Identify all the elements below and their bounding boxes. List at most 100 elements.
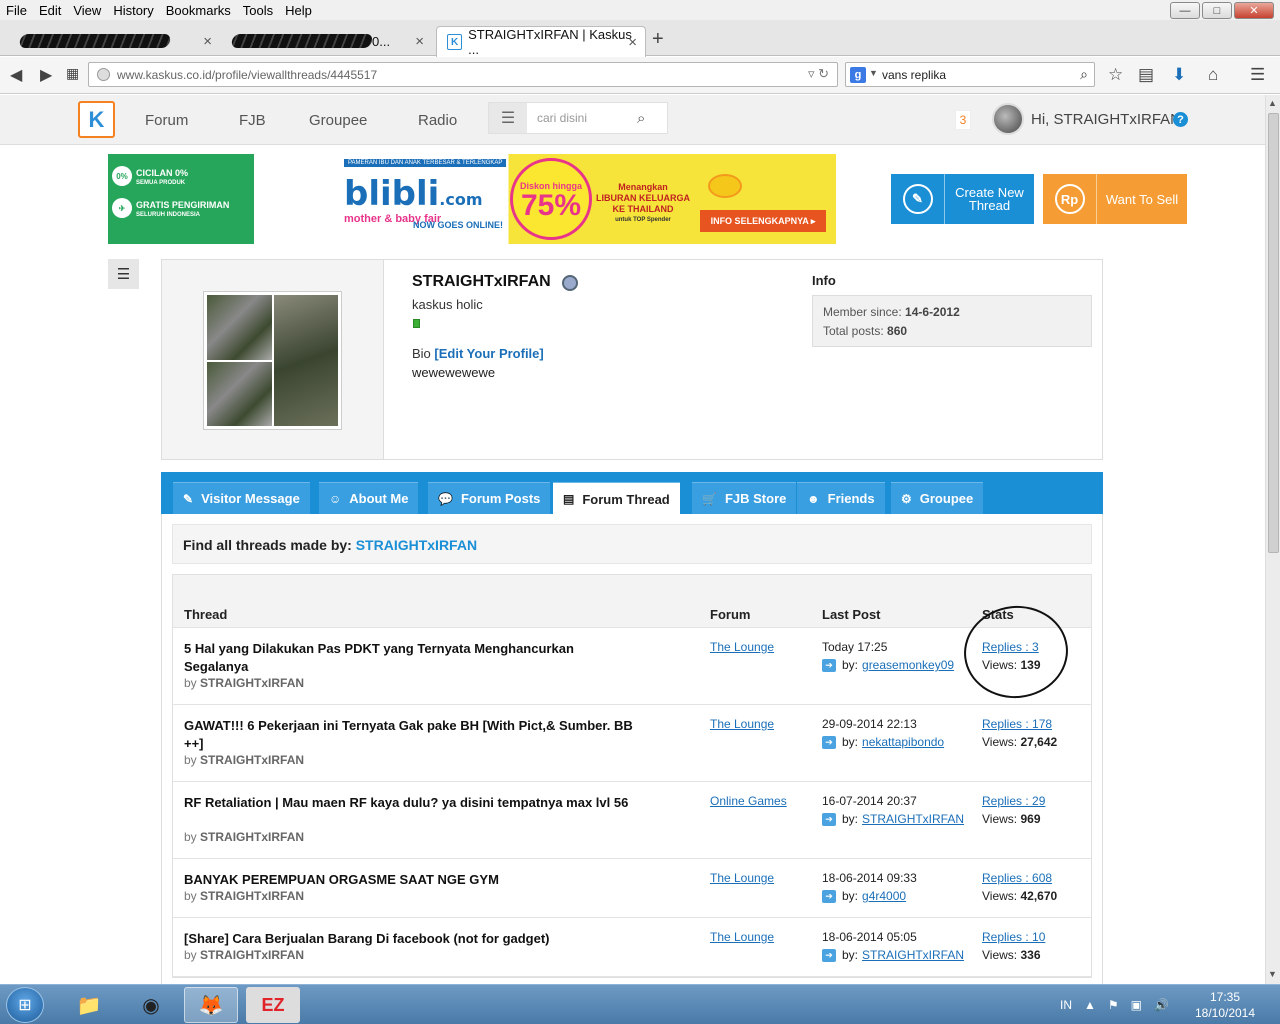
- replies-link[interactable]: Replies : 178: [982, 717, 1052, 731]
- chevron-down-icon[interactable]: ▼: [869, 68, 878, 78]
- search-icon[interactable]: ⌕: [637, 110, 667, 127]
- network-icon[interactable]: ▣: [1131, 998, 1142, 1012]
- system-tray: IN ▲ ⚑ ▣ 🔊: [1060, 985, 1169, 1024]
- chrome-icon[interactable]: ◉: [124, 987, 178, 1023]
- home-icon[interactable]: ⌂: [1208, 65, 1218, 85]
- forum-link[interactable]: Online Games: [710, 794, 787, 808]
- thread-title[interactable]: BANYAK PEREMPUAN ORGASME SAAT NGE GYM: [184, 871, 634, 889]
- last-poster-link[interactable]: nekattapibondo: [862, 735, 944, 749]
- find-user-link[interactable]: STRAIGHTxIRFAN: [356, 537, 477, 553]
- help-icon[interactable]: ?: [1173, 112, 1188, 127]
- last-poster-link[interactable]: STRAIGHTxIRFAN: [862, 812, 964, 826]
- back-arrow-icon[interactable]: ◀: [10, 65, 22, 85]
- goto-last-post-icon[interactable]: ➔: [822, 948, 836, 962]
- ad-banner[interactable]: 0% CICILAN 0% SEMUA PRODUK ✈ GRATIS PENGI…: [108, 154, 836, 244]
- want-to-sell-button[interactable]: Rp Want To Sell: [1043, 174, 1187, 224]
- user-greeting[interactable]: Hi, STRAIGHTxIRFAN: [1031, 111, 1181, 128]
- menu-edit[interactable]: Edit: [33, 3, 67, 18]
- thread-title[interactable]: RF Retaliation | Mau maen RF kaya dulu? …: [184, 794, 634, 812]
- replies-link[interactable]: Replies : 608: [982, 871, 1052, 885]
- scrollbar-thumb[interactable]: [1268, 113, 1279, 553]
- browser-tab-redacted-1[interactable]: ×: [10, 26, 220, 56]
- bookmark-star-icon[interactable]: ☆: [1108, 65, 1123, 85]
- tab-title: STRAIGHTxIRFAN | Kaskus ...: [468, 27, 632, 57]
- volume-icon[interactable]: 🔊: [1154, 998, 1169, 1012]
- tab-close-icon[interactable]: ×: [203, 33, 212, 50]
- last-poster-link[interactable]: greasemonkey09: [862, 658, 954, 672]
- ez-icon[interactable]: EZ: [246, 987, 300, 1023]
- nav-forum[interactable]: Forum: [145, 112, 188, 129]
- menu-view[interactable]: View: [67, 3, 107, 18]
- search-icon[interactable]: ⌕: [1080, 66, 1088, 83]
- threads-table: Thread Forum Last Post Stats 5 Hal yang …: [172, 574, 1092, 978]
- forum-link[interactable]: The Lounge: [710, 717, 774, 731]
- thread-title[interactable]: [Share] Cara Berjualan Barang Di faceboo…: [184, 930, 634, 948]
- language-indicator[interactable]: IN: [1060, 998, 1072, 1012]
- tab-friends[interactable]: ☻ Friends: [797, 482, 885, 514]
- download-icon[interactable]: ⬇: [1172, 65, 1186, 85]
- last-poster-link[interactable]: STRAIGHTxIRFAN: [862, 948, 964, 962]
- scroll-down-icon[interactable]: ▼: [1268, 969, 1277, 979]
- url-bar[interactable]: www.kaskus.co.id/profile/viewallthreads/…: [88, 62, 838, 87]
- notification-badge[interactable]: 3: [955, 110, 971, 130]
- goto-last-post-icon[interactable]: ➔: [822, 735, 836, 749]
- new-tab-button[interactable]: +: [652, 28, 664, 51]
- tab-fjb-store[interactable]: 🛒 FJB Store: [692, 482, 797, 514]
- forum-link[interactable]: The Lounge: [710, 930, 774, 944]
- tab-close-icon[interactable]: ×: [628, 34, 637, 51]
- create-new-thread-button[interactable]: ✎ Create New Thread: [891, 174, 1034, 224]
- search-category-menu-icon[interactable]: ☰: [489, 103, 527, 133]
- forward-arrow-icon[interactable]: ▶: [40, 65, 52, 85]
- browser-tab-redacted-2[interactable]: 0... ×: [222, 26, 432, 56]
- thread-title[interactable]: 5 Hal yang Dilakukan Pas PDKT yang Terny…: [184, 640, 634, 676]
- forum-thread-icon: ▤: [563, 492, 575, 506]
- close-window-button[interactable]: ✕: [1234, 2, 1274, 19]
- tab-groupee[interactable]: ⚙ Groupee: [891, 482, 984, 514]
- browser-search-input[interactable]: g ▼ vans replika ⌕: [845, 62, 1095, 87]
- menu-file[interactable]: File: [0, 3, 33, 18]
- sidebar-toggle-icon[interactable]: ☰: [108, 259, 139, 289]
- start-button[interactable]: ⊞: [6, 987, 44, 1023]
- action-center-icon[interactable]: ⚑: [1108, 998, 1119, 1012]
- avatar[interactable]: [992, 103, 1024, 135]
- page-scrollbar[interactable]: ▲ ▼: [1265, 95, 1280, 984]
- scroll-up-icon[interactable]: ▲: [1268, 98, 1277, 108]
- last-poster-link[interactable]: g4r4000: [862, 889, 906, 903]
- site-search-input[interactable]: cari disini: [527, 111, 637, 125]
- goto-last-post-icon[interactable]: ➔: [822, 889, 836, 903]
- explorer-icon[interactable]: 📁: [62, 987, 116, 1023]
- edit-profile-link[interactable]: [Edit Your Profile]: [434, 346, 543, 361]
- nav-radio[interactable]: Radio: [418, 112, 457, 129]
- browser-tab-active[interactable]: K STRAIGHTxIRFAN | Kaskus ... ×: [436, 26, 646, 57]
- forum-link[interactable]: The Lounge: [710, 640, 774, 654]
- reading-list-icon[interactable]: ▤: [1138, 65, 1154, 85]
- firefox-icon[interactable]: 🦊: [184, 987, 238, 1023]
- replies-link[interactable]: Replies : 29: [982, 794, 1045, 808]
- tray-expand-icon[interactable]: ▲: [1084, 998, 1096, 1012]
- menu-tools[interactable]: Tools: [237, 3, 279, 18]
- goto-last-post-icon[interactable]: ➔: [822, 658, 836, 672]
- tab-about-me[interactable]: ☺ About Me: [319, 482, 419, 514]
- replies-link[interactable]: Replies : 10: [982, 930, 1045, 944]
- maximize-button[interactable]: □: [1202, 2, 1232, 19]
- tab-visitor-message[interactable]: ✎ Visitor Message: [173, 482, 310, 514]
- menu-history[interactable]: History: [107, 3, 159, 18]
- menu-bookmarks[interactable]: Bookmarks: [160, 3, 237, 18]
- banner-info-button[interactable]: INFO SELENGKAPNYA ▸: [700, 210, 826, 232]
- hamburger-menu-icon[interactable]: ☰: [1250, 65, 1265, 85]
- clock[interactable]: 17:35 18/10/2014: [1190, 989, 1260, 1021]
- tab-forum-posts[interactable]: 💬 Forum Posts: [428, 482, 551, 514]
- menu-help[interactable]: Help: [279, 3, 318, 18]
- thread-title[interactable]: GAWAT!!! 6 Pekerjaan ini Ternyata Gak pa…: [184, 717, 634, 753]
- nav-groupee[interactable]: Groupee: [309, 112, 367, 129]
- goto-last-post-icon[interactable]: ➔: [822, 812, 836, 826]
- tab-forum-thread[interactable]: ▤ Forum Thread: [553, 482, 680, 515]
- history-icon[interactable]: ▦: [66, 65, 79, 82]
- reload-icon[interactable]: ▿ ↻: [808, 66, 829, 82]
- kaskus-logo[interactable]: K: [78, 101, 115, 138]
- minimize-button[interactable]: —: [1170, 2, 1200, 19]
- nav-fjb[interactable]: FJB: [239, 112, 266, 129]
- tab-close-icon[interactable]: ×: [415, 33, 424, 50]
- forum-link[interactable]: The Lounge: [710, 871, 774, 885]
- profile-photo[interactable]: [203, 291, 342, 430]
